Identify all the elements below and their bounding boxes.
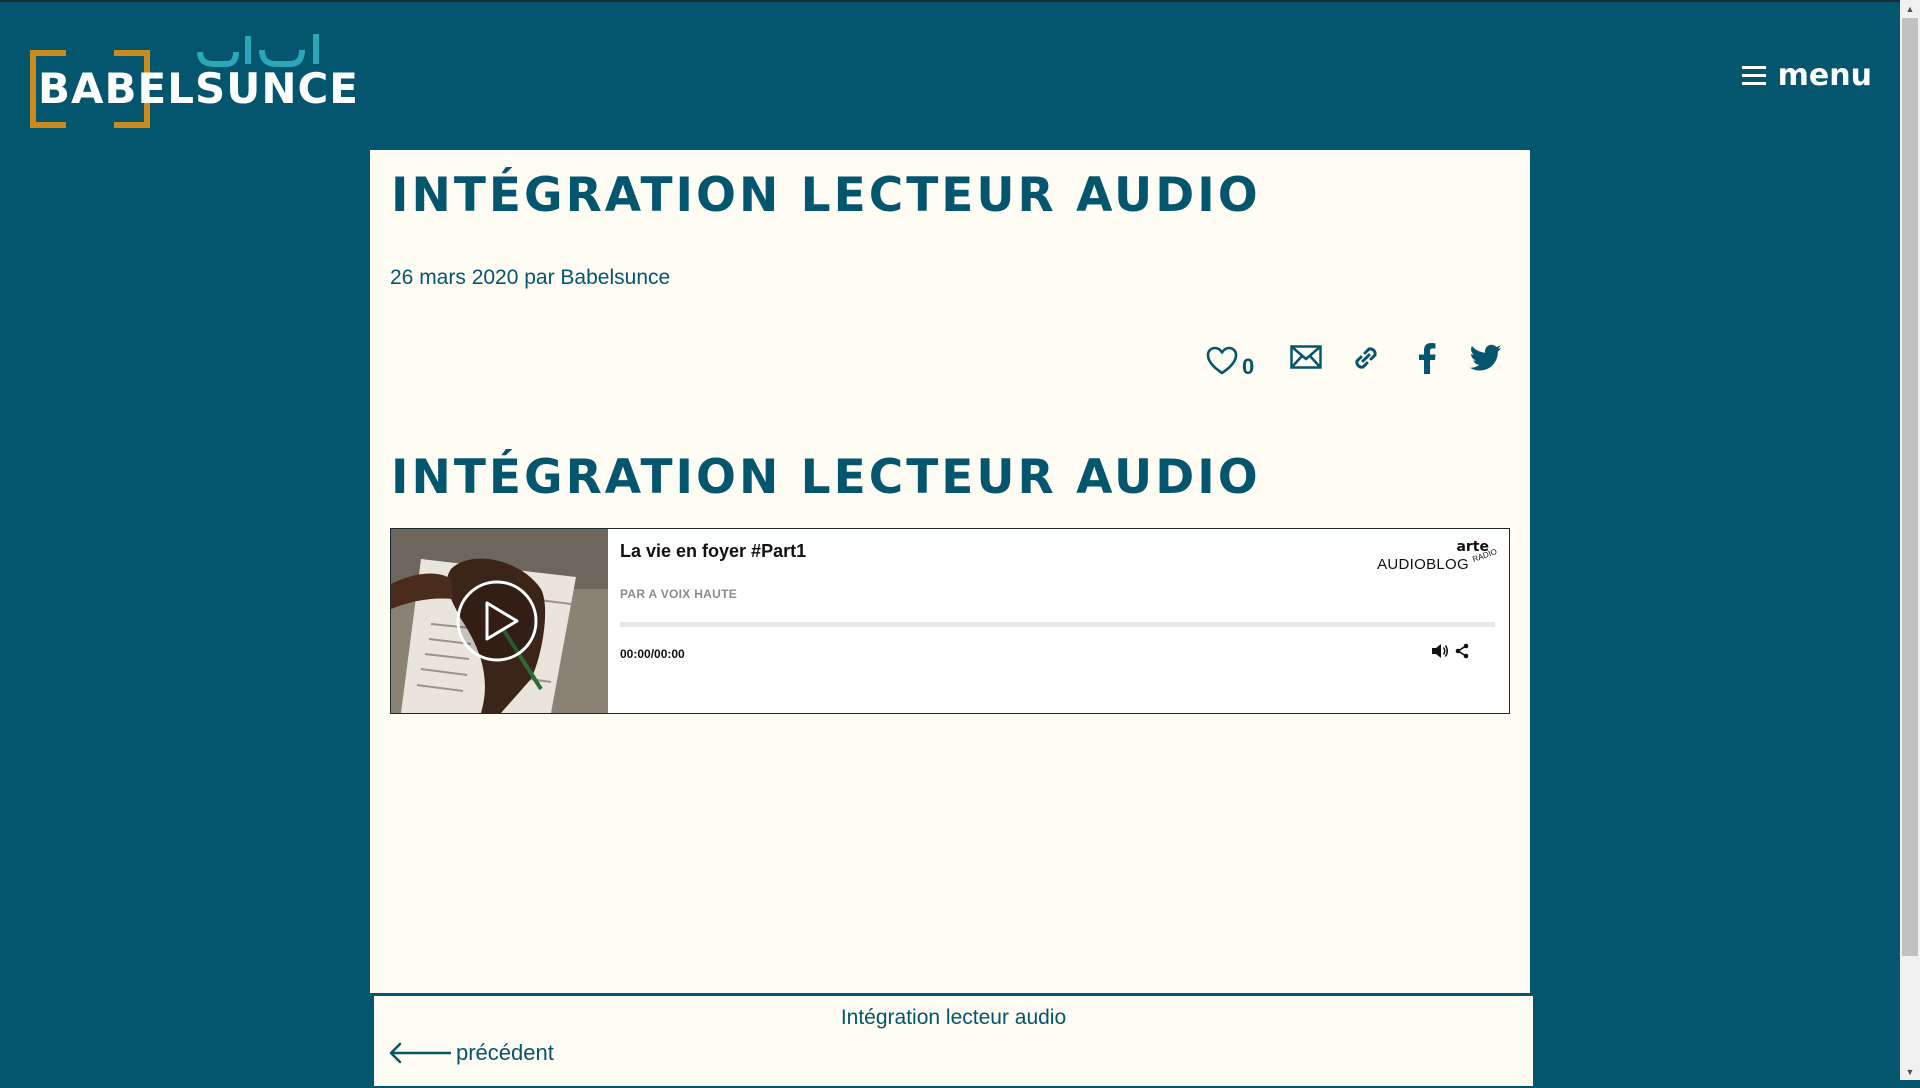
logo-text: BABELSUNCE [38,64,360,113]
arrow-left-icon [389,1042,451,1064]
previous-label: précédent [456,1040,554,1065]
share-twitter-button[interactable] [1470,344,1502,372]
mail-icon [1290,345,1322,369]
player-progress-bar[interactable] [620,622,1495,627]
player-time: 00:00/00:00 [620,647,685,661]
menu-icon [1741,61,1766,90]
current-post-title: Intégration lecteur audio [840,1006,1067,1029]
top-border [0,0,1920,2]
menu-button[interactable]: menu [1741,58,1872,93]
post-navigation: Intégration lecteur audio précédent [372,994,1535,1088]
share-email-button[interactable] [1290,345,1322,369]
like-count: 0 [1242,354,1255,379]
facebook-icon [1419,343,1436,374]
share-icon[interactable] [1454,643,1470,659]
volume-icon[interactable] [1431,643,1449,659]
audio-player: La vie en foyer #Part1 PAR A VOIX HAUTE … [390,528,1510,714]
previous-link[interactable]: précédent [388,1040,554,1066]
share-facebook-button[interactable] [1418,342,1436,374]
scroll-down-arrow-icon[interactable]: ▼ [1900,1063,1920,1080]
vertical-scrollbar[interactable]: ▲ ▼ [1900,0,1920,1080]
article-meta: 26 mars 2020 par Babelsunce [390,266,671,289]
player-title: La vie en foyer #Part1 [620,541,807,561]
logo-script-icon [197,34,319,67]
article-card: INTÉGRATION LECTEUR AUDIO 26 mars 2020 p… [370,150,1530,993]
section-title: INTÉGRATION LECTEUR AUDIO [391,450,1261,505]
copy-link-button[interactable] [1350,342,1382,374]
like-button[interactable]: 0 [1206,342,1254,380]
player-author: PAR A VOIX HAUTE [620,587,738,601]
link-icon [1355,347,1377,369]
brand-logo: arte RADIO AUDIOBLOG [1367,537,1498,577]
twitter-icon [1470,344,1502,371]
site-logo[interactable]: BABELSUNCE [26,26,358,128]
player-thumbnail [391,529,608,713]
scroll-up-arrow-icon[interactable]: ▲ [1900,0,1920,17]
scrollbar-thumb[interactable] [1902,18,1918,956]
article-title: INTÉGRATION LECTEUR AUDIO [391,168,1261,223]
play-button[interactable] [455,579,539,663]
heart-icon [1206,346,1238,375]
brand-audioblog: AUDIOBLOG [1377,556,1469,573]
menu-label: menu [1777,58,1872,93]
